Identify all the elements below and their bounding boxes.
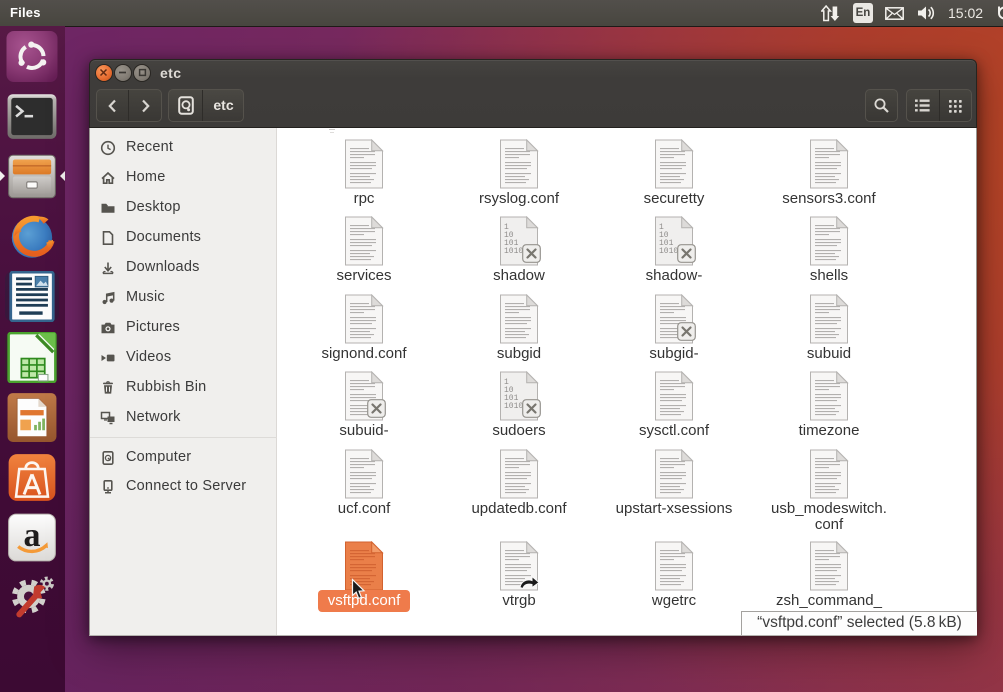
svg-text:a: a <box>24 517 41 554</box>
